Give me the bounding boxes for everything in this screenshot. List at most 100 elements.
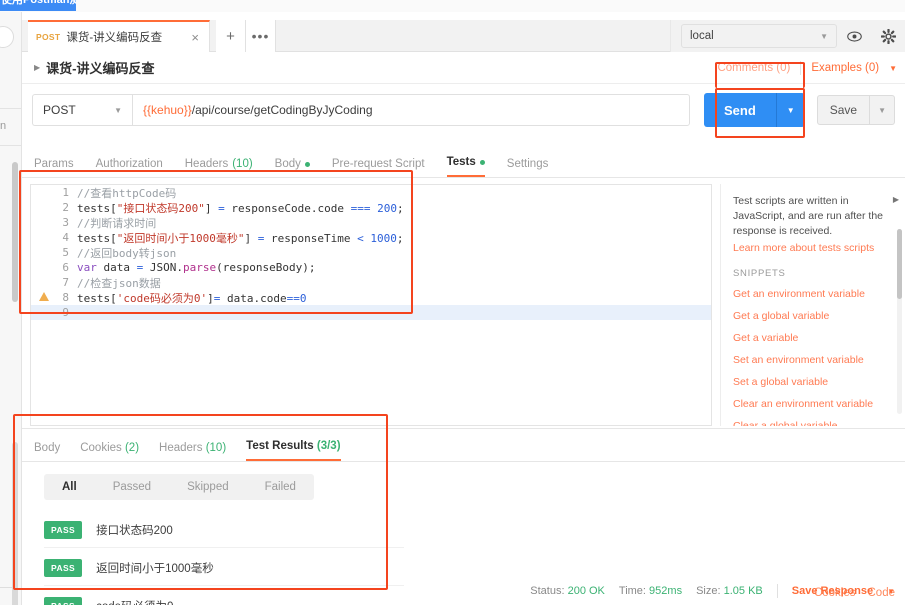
test-result-name: 返回时间小于1000毫秒	[96, 562, 214, 575]
tab-label: Authorization	[95, 158, 163, 170]
chevron-down-icon: ▼	[114, 105, 122, 115]
gear-icon[interactable]	[871, 20, 905, 52]
status-label: Status:	[530, 585, 565, 597]
test-result-name: code码必须为0	[96, 598, 173, 605]
request-tab-settings[interactable]: Settings	[507, 158, 549, 177]
request-tab-method: POST	[36, 32, 61, 42]
response-tab-body[interactable]: Body	[34, 442, 60, 461]
response-meta: Status: 200 OK Time: 952ms Size: 1.05 KB…	[530, 584, 895, 598]
send-button[interactable]: Send ▼	[704, 93, 805, 127]
tests-code-editor[interactable]: 1//查看httpCode码 2 tests["接口状态码200"] = respo…	[30, 184, 712, 426]
test-result-row[interactable]: PASS 接口状态码200	[44, 512, 404, 548]
modified-dot-icon	[479, 159, 485, 165]
examples-link[interactable]: Examples (0)	[811, 62, 879, 74]
response-tab-test-results[interactable]: Test Results (3/3)	[246, 440, 341, 461]
code-line: 7 //检查json数据	[31, 275, 711, 290]
tab-options-icon[interactable]: •••	[246, 20, 276, 52]
sidebar-divider	[0, 108, 22, 109]
request-tab-bar: POST 课货-讲义编码反查 × + ••• local ▼	[22, 20, 905, 52]
response-tab-headers[interactable]: Headers (10)	[159, 442, 226, 461]
filter-all[interactable]: All	[44, 474, 95, 500]
snippets-scrollbar-thumb[interactable]	[897, 229, 902, 299]
snippet-item[interactable]: Clear a global variable	[733, 415, 893, 426]
snippet-item[interactable]: Get an environment variable	[733, 283, 893, 305]
test-result-row[interactable]: PASS code码必须为0	[44, 588, 404, 605]
url-path: /api/course/getCodingByJyCoding	[191, 103, 373, 117]
tab-label: Headers	[159, 442, 203, 454]
filter-skipped[interactable]: Skipped	[169, 474, 247, 500]
close-icon[interactable]: ×	[189, 31, 201, 44]
snippets-scrollbar[interactable]	[897, 229, 902, 414]
chevron-down-icon[interactable]: ▼	[889, 64, 897, 73]
code-token: (responseBody);	[216, 261, 316, 274]
snippet-item[interactable]: Set an environment variable	[733, 349, 893, 371]
request-tab-body[interactable]: Body	[275, 158, 310, 177]
environment-bar: local ▼	[670, 20, 905, 52]
time-value: 952ms	[649, 585, 683, 597]
line-number: 9	[62, 306, 69, 319]
code-line: 2 tests["接口状态码200"] = responseCode.code =…	[31, 200, 711, 215]
save-response-button[interactable]: Save Response	[792, 585, 873, 597]
snippet-item[interactable]: Get a global variable	[733, 305, 893, 327]
tab-label: Body	[34, 442, 61, 454]
send-label: Send	[724, 102, 756, 118]
status-badge: PASS	[44, 558, 83, 577]
comments-link[interactable]: Comments (0)	[717, 62, 790, 74]
line-number: 8	[31, 291, 77, 304]
request-tab-active[interactable]: POST 课货-讲义编码反查 ×	[28, 20, 210, 52]
status-badge: PASS	[44, 520, 83, 539]
code-token: JSON.	[143, 261, 183, 274]
filter-failed[interactable]: Failed	[247, 474, 314, 500]
code-token: =	[218, 201, 225, 215]
environment-value: local	[690, 30, 714, 42]
code-token: data	[96, 261, 137, 274]
code-token: <	[357, 231, 364, 245]
sidebar-scrollbar-lower[interactable]	[12, 442, 18, 605]
code-line: 1 //查看httpCode码	[31, 185, 711, 200]
line-number: 3	[62, 216, 69, 229]
eye-icon[interactable]	[837, 20, 871, 52]
code-token: ]	[207, 291, 214, 305]
response-tab-cookies[interactable]: Cookies (2)	[80, 442, 139, 461]
chevron-down-icon[interactable]: ▼	[887, 587, 895, 596]
code-token: //检查json数据	[77, 276, 161, 290]
sidebar-sliver: n	[0, 12, 22, 605]
request-tab-params[interactable]: Params	[34, 158, 74, 177]
request-subtabs: Params Authorization Headers (10) Body Pre-re…	[22, 148, 905, 178]
test-result-row[interactable]: PASS 返回时间小于1000毫秒	[44, 550, 404, 586]
request-tab-title: 课货-讲义编码反查	[66, 32, 163, 44]
request-tab-headers[interactable]: Headers (10)	[185, 158, 253, 177]
filter-passed[interactable]: Passed	[95, 474, 169, 500]
code-token: tests[	[77, 201, 117, 215]
tab-label: Cookies	[80, 442, 122, 454]
code-token: var	[77, 261, 97, 274]
tab-label: Settings	[506, 158, 549, 170]
code-token: "返回时间小于1000毫秒"	[116, 231, 245, 245]
code-line: 3 //判断请求时间	[31, 215, 711, 230]
sidebar-scrollbar[interactable]	[12, 162, 18, 302]
snippet-item[interactable]: Set a global variable	[733, 371, 893, 393]
request-tab-tests[interactable]: Tests	[446, 156, 485, 177]
expand-arrow-icon[interactable]: ▶	[34, 63, 40, 72]
divider	[776, 584, 778, 598]
snippet-item[interactable]: Clear an environment variable	[733, 393, 893, 415]
request-tab-pre-request-script[interactable]: Pre-request Script	[332, 158, 425, 177]
save-button[interactable]: Save ▼	[816, 95, 895, 125]
environment-selector[interactable]: local ▼	[681, 24, 837, 48]
request-tab-authorization[interactable]: Authorization	[96, 158, 163, 177]
snippets-list: Get an environment variable Get a global …	[733, 283, 893, 426]
page-title: 课货-讲义编码反查	[46, 61, 155, 76]
snippet-item[interactable]: Get a variable	[733, 327, 893, 349]
learn-more-link[interactable]: Learn more about tests scripts	[733, 242, 893, 254]
new-tab-button[interactable]: +	[216, 20, 246, 52]
collapse-panel-icon[interactable]: ▶	[893, 195, 899, 204]
method-selector[interactable]: POST ▼	[32, 94, 132, 126]
url-input[interactable]: {{kehuo}}/api/course/getCodingByJyCoding	[132, 94, 690, 126]
line-number: 1	[62, 186, 69, 199]
line-number: 6	[62, 261, 69, 274]
chevron-down-icon: ▼	[820, 31, 828, 41]
code-token: 200	[377, 201, 397, 215]
code-text: tests["返回时间小于1000毫秒"] = responseTime < 1…	[77, 230, 403, 246]
send-options-icon[interactable]: ▼	[777, 106, 805, 115]
save-options-icon[interactable]: ▼	[870, 106, 894, 115]
